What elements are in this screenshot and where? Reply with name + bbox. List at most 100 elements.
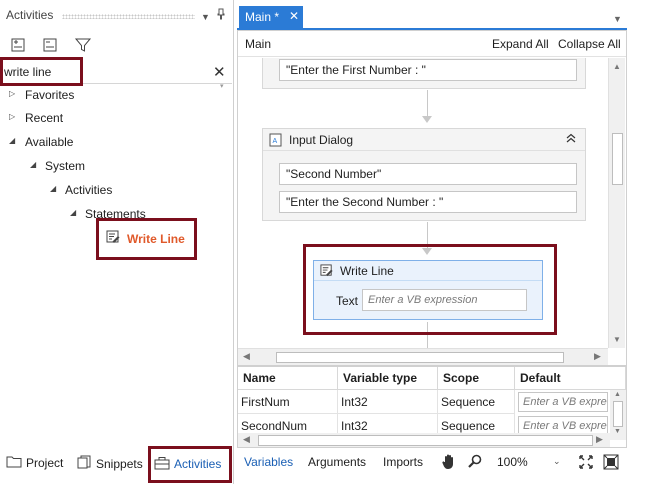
input-dialog-icon: A <box>269 133 282 150</box>
pan-hand-icon[interactable] <box>441 453 457 473</box>
scroll-left-icon[interactable]: ◀ <box>243 351 250 362</box>
expand-all-button[interactable]: Expand All <box>492 37 549 51</box>
left-panel-tabs: Project Snippets Activities <box>0 452 234 474</box>
activities-toolbox-icon <box>154 455 170 473</box>
second-title-field[interactable]: "Second Number" <box>279 163 577 185</box>
designer-canvas[interactable]: "Enter the First Number : " A Input Dial… <box>238 58 608 348</box>
filter-icon[interactable] <box>74 36 92 54</box>
scroll-up-icon[interactable]: ▲ <box>614 391 621 398</box>
second-prompt-field[interactable]: "Enter the Second Number : " <box>279 191 577 213</box>
column-header-default[interactable]: Default <box>515 367 626 390</box>
scroll-down-icon[interactable]: ▼ <box>613 335 621 344</box>
variable-name-cell[interactable]: FirstNum <box>238 390 338 414</box>
arguments-button[interactable]: Arguments <box>308 455 366 469</box>
fit-to-screen-icon[interactable] <box>578 454 594 473</box>
panel-dropdown-icon[interactable]: ▼ <box>201 12 210 22</box>
connector-line <box>427 322 428 348</box>
tab-list-dropdown-icon[interactable]: ▼ <box>613 14 622 24</box>
scroll-left-icon[interactable]: ◀ <box>243 434 250 445</box>
tree-item-favorites[interactable]: Favorites <box>25 86 74 104</box>
chevron-right-icon[interactable]: ▷ <box>9 112 15 121</box>
activities-search: ✕ <box>0 60 232 84</box>
grid-vertical-scrollbar[interactable]: ▲ ▼ <box>610 390 626 440</box>
chevron-right-icon[interactable]: ▷ <box>9 89 15 98</box>
variables-grid: Name Variable type Scope Default FirstNu… <box>237 366 627 448</box>
tab-project-label: Project <box>26 456 64 470</box>
text-label: Text <box>336 294 359 308</box>
tree-item-activities[interactable]: Activities <box>65 181 112 199</box>
close-icon[interactable]: ✕ <box>289 9 299 23</box>
collapse-all-icon[interactable] <box>42 36 60 54</box>
connector-line <box>427 222 428 250</box>
designer-breadcrumb-bar: Main Expand All Collapse All <box>238 31 626 57</box>
variable-default-input[interactable] <box>518 392 608 412</box>
activities-panel-title: Activities <box>6 8 54 22</box>
search-input[interactable] <box>4 62 204 82</box>
tab-project[interactable]: Project <box>6 455 63 471</box>
svg-text:A: A <box>273 138 278 145</box>
scroll-down-icon[interactable]: ▼ <box>614 428 621 435</box>
write-line-activity[interactable]: Write Line Text <box>313 260 543 320</box>
tree-item-statements[interactable]: Statements <box>85 205 146 223</box>
document-tabstrip: Main * ✕ ▼ <box>237 6 627 28</box>
designer-bottom-bar: Variables Arguments Imports 100% ⌄ <box>237 450 627 474</box>
clear-search-icon[interactable]: ✕ <box>213 63 226 81</box>
tab-activities-label: Activities <box>174 457 222 471</box>
chevron-down-icon[interactable]: ◢ <box>30 160 36 169</box>
connector-line <box>427 90 428 118</box>
write-line-icon <box>106 230 121 248</box>
input-dialog-header: A Input Dialog <box>263 129 585 151</box>
activities-panel: Activities ▼ ▾ ✕ ▷ Favorites ▷ Recent ◢ … <box>0 0 234 484</box>
grid-horizontal-scroll-thumb[interactable] <box>258 435 593 446</box>
tree-item-recent[interactable]: Recent <box>25 109 63 127</box>
tab-main[interactable]: Main * ✕ <box>239 6 303 28</box>
scroll-right-icon[interactable]: ▶ <box>596 434 603 445</box>
zoom-search-icon[interactable] <box>467 453 483 472</box>
horizontal-scroll-thumb[interactable] <box>276 352 564 363</box>
variable-scope-cell[interactable]: Sequence <box>438 390 515 414</box>
chevron-down-icon[interactable]: ◢ <box>50 184 56 193</box>
variables-button[interactable]: Variables <box>244 455 293 469</box>
tab-activities[interactable]: Activities <box>154 455 221 473</box>
expand-all-icon[interactable] <box>10 36 28 54</box>
input-dialog-first[interactable]: "Enter the First Number : " <box>262 58 586 89</box>
tab-main-label: Main * <box>245 10 280 24</box>
activities-toolbar: ▾ <box>0 32 234 90</box>
chevron-down-icon[interactable]: ◢ <box>9 136 15 145</box>
pin-icon[interactable] <box>216 8 226 23</box>
collapse-all-button[interactable]: Collapse All <box>558 37 621 51</box>
tree-item-system[interactable]: System <box>45 157 85 175</box>
tab-snippets[interactable]: Snippets <box>76 455 143 472</box>
column-header-name[interactable]: Name <box>238 367 338 390</box>
text-expression-input[interactable] <box>362 289 527 311</box>
variable-type-cell[interactable]: Int32 <box>338 390 438 414</box>
column-header-scope[interactable]: Scope <box>438 367 515 390</box>
connector-arrow <box>422 116 432 123</box>
scroll-up-icon[interactable]: ▲ <box>613 62 621 71</box>
zoom-select[interactable]: 100% ⌄ <box>493 452 565 472</box>
designer-vertical-scrollbar[interactable]: ▲ ▼ <box>608 58 625 348</box>
chevron-up-icon[interactable] <box>565 132 577 147</box>
input-dialog-title: Input Dialog <box>289 133 354 147</box>
designer-horizontal-scrollbar[interactable]: ◀ ▶ <box>238 348 608 365</box>
vertical-scroll-thumb[interactable] <box>612 133 623 185</box>
tab-snippets-label: Snippets <box>96 456 143 471</box>
write-line-activity-title: Write Line <box>340 264 394 278</box>
tree-item-write-line[interactable]: Write Line <box>106 229 185 249</box>
input-dialog-second[interactable]: A Input Dialog "Second Number" "Enter th… <box>262 128 586 221</box>
snippets-icon <box>76 455 92 472</box>
first-prompt-field[interactable]: "Enter the First Number : " <box>279 59 577 81</box>
column-header-variable-type[interactable]: Variable type <box>338 367 438 390</box>
imports-button[interactable]: Imports <box>383 455 423 469</box>
workflow-designer: Main Expand All Collapse All "Enter the … <box>237 30 627 366</box>
write-line-icon <box>320 264 334 281</box>
overview-map-icon[interactable] <box>603 454 619 473</box>
activities-panel-header: Activities ▼ <box>0 0 234 30</box>
breadcrumb[interactable]: Main <box>245 37 271 51</box>
tree-item-available[interactable]: Available <box>25 133 73 151</box>
grid-horizontal-scrollbar[interactable]: ◀ ▶ <box>238 433 610 447</box>
zoom-value: 100% <box>497 455 528 469</box>
scroll-right-icon[interactable]: ▶ <box>594 351 601 362</box>
grid-vertical-scroll-thumb[interactable] <box>613 401 623 427</box>
chevron-down-icon[interactable]: ◢ <box>70 208 76 217</box>
